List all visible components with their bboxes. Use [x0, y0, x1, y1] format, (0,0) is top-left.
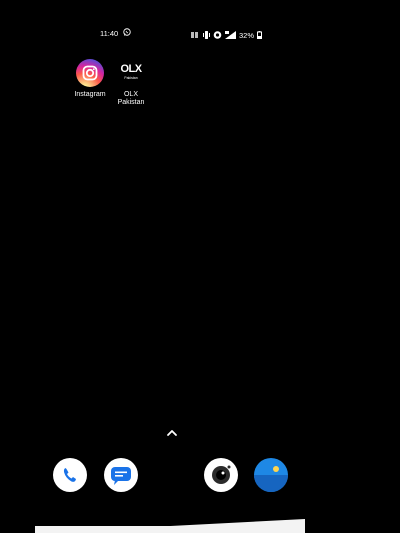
vibrate-icon — [203, 31, 210, 39]
wifi-icon — [213, 31, 222, 39]
navigation-bar-base — [35, 526, 305, 533]
battery-percent: 32% — [239, 30, 255, 40]
status-time: 11:40 — [100, 29, 119, 38]
app-label: OLX Pakistan — [117, 91, 145, 106]
status-bar: 11:40 32% — [0, 28, 400, 42]
instagram-icon — [76, 59, 104, 87]
olx-logo-sub: Pakistan — [124, 76, 138, 80]
cell-signal-icon — [225, 31, 236, 39]
chevron-up-icon[interactable] — [166, 425, 178, 436]
app-olx-pakistan[interactable]: OLX Pakistan OLX Pakistan — [101, 59, 161, 107]
phone-app[interactable] — [53, 458, 87, 492]
olx-logo-text: OLX — [120, 63, 142, 75]
signal-icon — [191, 31, 200, 39]
messages-app[interactable] — [104, 458, 138, 492]
olx-pakistan-icon: OLX Pakistan — [117, 59, 145, 87]
gallery-app[interactable] — [254, 458, 288, 492]
status-icons: 32% — [191, 28, 263, 42]
whatsapp-icon — [123, 28, 131, 36]
camera-app[interactable] — [204, 458, 238, 492]
battery-icon — [257, 31, 263, 39]
